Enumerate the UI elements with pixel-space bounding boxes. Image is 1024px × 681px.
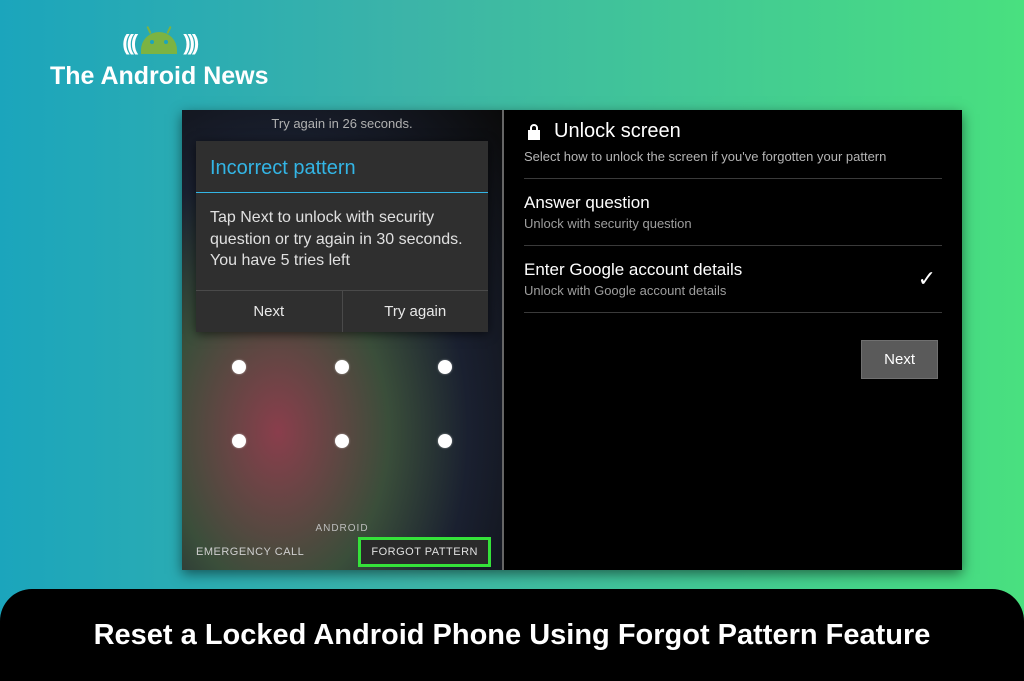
- emergency-call-button[interactable]: EMERGENCY CALL: [196, 546, 304, 558]
- option-google-account[interactable]: Enter Google account details Unlock with…: [524, 246, 942, 313]
- dialog-next-button[interactable]: Next: [196, 291, 342, 332]
- dialog-try-again-button[interactable]: Try again: [342, 291, 489, 332]
- brand-logo: ((( ))) The Android News: [50, 30, 269, 91]
- pattern-grid[interactable]: [222, 360, 462, 448]
- option-answer-question[interactable]: Answer question Unlock with security que…: [524, 179, 942, 246]
- signal-left-icon: (((: [122, 30, 135, 56]
- unlock-screen: Unlock screen Select how to unlock the s…: [504, 110, 962, 570]
- pattern-dot[interactable]: [232, 434, 246, 448]
- unlock-title: Unlock screen: [554, 120, 681, 143]
- pattern-dot[interactable]: [438, 360, 452, 374]
- pattern-dot[interactable]: [232, 360, 246, 374]
- dialog-title: Incorrect pattern: [196, 141, 488, 193]
- option-title: Answer question: [524, 193, 692, 213]
- lock-screen: Try again in 26 seconds. Incorrect patte…: [182, 110, 502, 570]
- unlock-subtitle: Select how to unlock the screen if you'v…: [524, 149, 942, 179]
- screenshots-panel: Try again in 26 seconds. Incorrect patte…: [182, 110, 962, 570]
- signal-right-icon: ))): [183, 30, 196, 56]
- incorrect-pattern-dialog: Incorrect pattern Tap Next to unlock wit…: [196, 141, 488, 332]
- unlock-next-button[interactable]: Next: [861, 340, 938, 379]
- brand-name: The Android News: [50, 62, 269, 91]
- carrier-label: ANDROID: [182, 523, 502, 534]
- android-head-icon: [141, 32, 177, 54]
- option-subtitle: Unlock with security question: [524, 216, 692, 231]
- forgot-pattern-button[interactable]: FORGOT PATTERN: [361, 540, 488, 564]
- caption-text: Reset a Locked Android Phone Using Forgo…: [94, 619, 931, 652]
- caption-bar: Reset a Locked Android Phone Using Forgo…: [0, 589, 1024, 681]
- pattern-dot[interactable]: [335, 360, 349, 374]
- dialog-body: Tap Next to unlock with security questio…: [196, 193, 488, 290]
- pattern-dot[interactable]: [335, 434, 349, 448]
- lock-icon: [524, 122, 544, 142]
- pattern-dot[interactable]: [438, 434, 452, 448]
- retry-countdown: Try again in 26 seconds.: [182, 110, 502, 141]
- option-subtitle: Unlock with Google account details: [524, 283, 742, 298]
- checkmark-icon: ✓: [918, 266, 936, 292]
- option-title: Enter Google account details: [524, 260, 742, 280]
